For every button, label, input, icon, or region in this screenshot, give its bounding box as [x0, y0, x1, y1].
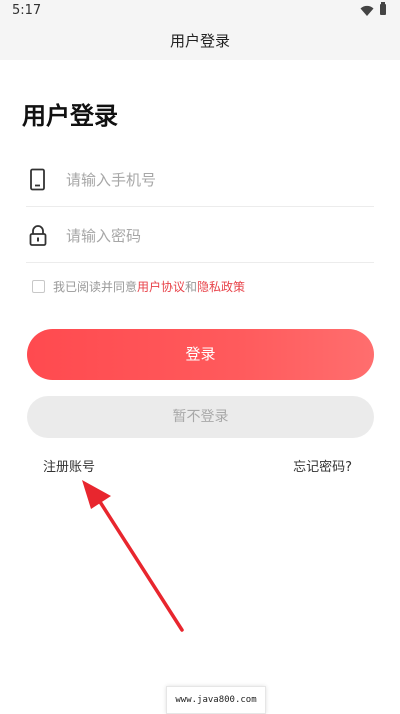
watermark: www.java800.com — [166, 686, 266, 714]
annotation-arrow-icon — [82, 480, 184, 632]
